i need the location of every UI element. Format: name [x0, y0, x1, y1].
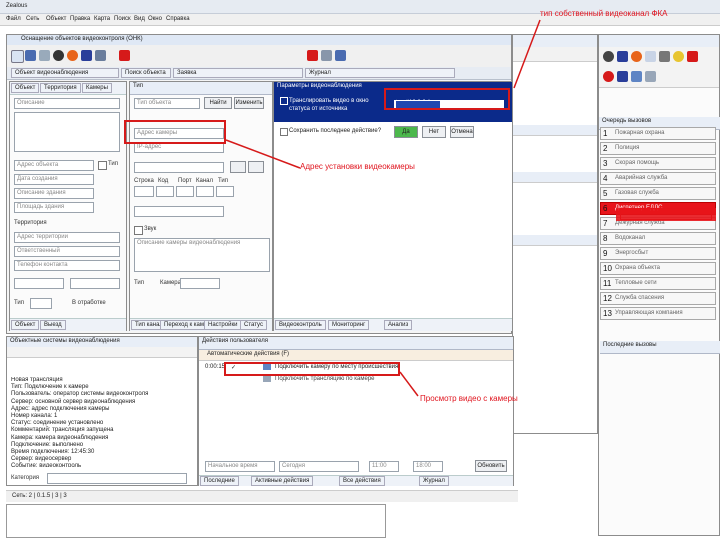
arrow-middle	[225, 139, 301, 169]
arrow-top	[513, 19, 541, 89]
annotation-arrows	[225, 19, 541, 397]
annotation-top: тип собственный видеоканал ФКА	[540, 9, 668, 18]
arrow-bottom	[399, 371, 419, 397]
annotation-middle: Адрес установки видеокамеры	[300, 162, 415, 171]
annotation-bottom: Просмотр видео с камеры	[420, 394, 518, 403]
